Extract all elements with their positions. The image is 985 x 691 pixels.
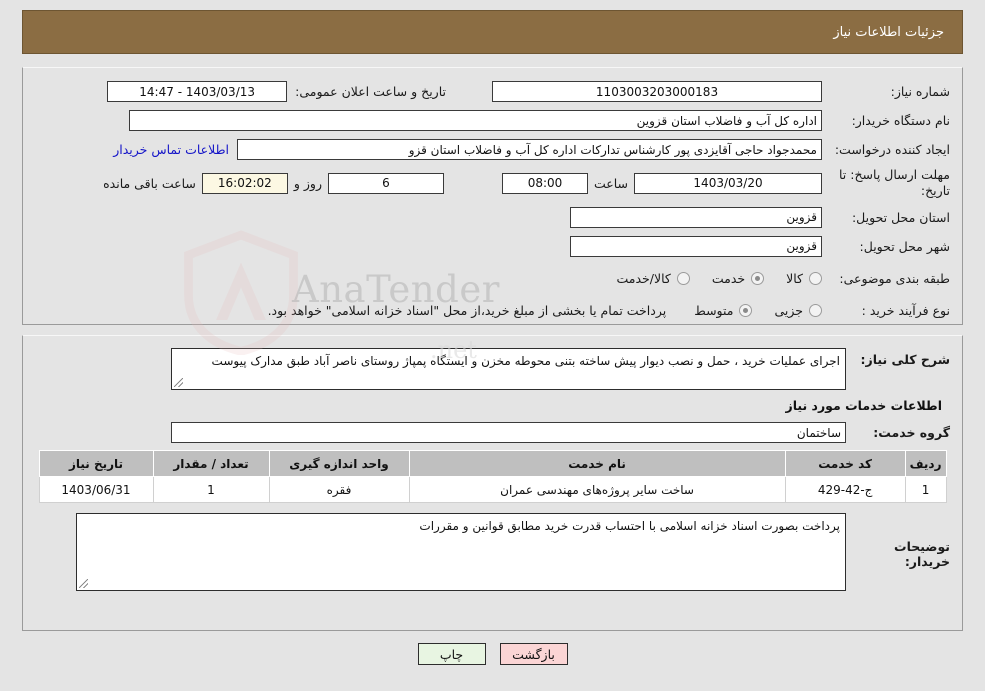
col-unit: واحد اندازه گیری (268, 450, 410, 477)
creator-field[interactable]: محمدجواد حاجی آقایزدی پور کارشناس تدارکا… (237, 139, 822, 160)
category-option-goods-service-label: کالا/خدمت (616, 270, 671, 286)
province-row: استان محل تحویل: قزوین (35, 206, 950, 229)
remaining-word-label: ساعت باقی مانده (103, 175, 196, 191)
province-field[interactable]: قزوین (570, 206, 822, 228)
buyer-org-label: نام دستگاه خریدار: (851, 113, 950, 128)
process-type-label: نوع فرآیند خرید : (861, 302, 950, 318)
back-button[interactable]: بازگشت (499, 643, 568, 665)
col-name: نام خدمت (408, 450, 786, 477)
category-option-goods[interactable]: کالا (786, 271, 822, 286)
need-number-row: شماره نیاز: 1103003203000183 تاریخ و ساع… (35, 80, 950, 103)
radio-goods-icon[interactable] (809, 271, 822, 285)
category-label: طبقه بندی موضوعی: (839, 270, 950, 286)
process-radio-group: جزیی متوسط (672, 303, 822, 318)
deadline-label: مهلت ارسال پاسخ: تا تاریخ: (839, 167, 950, 199)
creator-row: ایجاد کننده درخواست: محمدجواد حاجی آقایز… (35, 138, 950, 161)
cell-unit: فقره (268, 476, 410, 503)
process-type-row: نوع فرآیند خرید : جزیی متوسط پرداخت تمام… (35, 299, 950, 322)
category-option-service-label: خدمت (711, 270, 746, 286)
announce-date-field[interactable]: 1403/03/13 - 14:47 (107, 81, 288, 102)
page-header: جزئیات اطلاعات نیاز (22, 10, 963, 54)
cell-date: 1403/06/31 (38, 476, 154, 503)
announce-date-label: تاریخ و ساعت اعلان عمومی: (295, 84, 446, 99)
category-row: طبقه بندی موضوعی: کالا خدمت کالا/خدمت (35, 267, 950, 290)
buyer-org-field[interactable]: اداره کل آب و فاضلاب استان قزوین (129, 110, 822, 131)
category-option-goods-service[interactable]: کالا/خدمت (616, 270, 690, 286)
cell-code: ج-42-429 (784, 476, 906, 503)
service-group-field[interactable]: ساختمان (171, 422, 846, 443)
cell-quantity: 1 (152, 476, 270, 503)
cell-index: 1 (904, 476, 947, 503)
category-option-service[interactable]: خدمت (711, 270, 765, 286)
need-description-label: شرح کلی نیاز: (860, 352, 950, 367)
table-row: 1 ج-42-429 ساخت سایر پروژه‌های مهندسی عم… (38, 476, 947, 503)
need-description-textarea[interactable]: اجرای عملیات خرید ، حمل و نصب دیوار پیش … (171, 348, 846, 390)
col-date: تاریخ نیاز (38, 450, 154, 477)
creator-label: ایجاد کننده درخواست: (834, 142, 950, 157)
category-option-goods-label: کالا (786, 270, 803, 286)
process-option-minor[interactable]: جزیی (774, 303, 822, 318)
print-button[interactable]: چاپ (417, 643, 486, 665)
buyer-contact-link[interactable]: اطلاعات تماس خریدار (105, 142, 237, 157)
page-title: جزئیات اطلاعات نیاز (833, 24, 944, 40)
table-header-row: ردیف کد خدمت نام خدمت واحد اندازه گیری ت… (38, 450, 947, 477)
buyer-notes-row: توضیحات خریدار: پرداخت بصورت اسناد خزانه… (35, 513, 950, 591)
service-group-label: گروه خدمت: (873, 425, 950, 440)
radio-goods-service-icon[interactable] (676, 271, 690, 285)
deadline-time-field[interactable]: 08:00 (501, 172, 588, 194)
services-section-title: اطلاعات خدمات مورد نیاز (785, 398, 943, 413)
col-index: ردیف (904, 450, 947, 477)
process-option-minor-label: جزیی (774, 302, 803, 318)
services-table: ردیف کد خدمت نام خدمت واحد اندازه گیری ت… (38, 450, 947, 503)
col-code: کد خدمت (784, 450, 906, 477)
category-radio-group: کالا خدمت کالا/خدمت (594, 271, 822, 286)
days-remaining-field[interactable]: 6 (327, 172, 444, 194)
hour-word-label: ساعت (593, 175, 628, 191)
days-word-label: روز و (293, 175, 322, 191)
page-root: جزئیات اطلاعات نیاز شماره نیاز: 11030032… (0, 0, 985, 691)
treasury-note: پرداخت تمام یا بخشی از مبلغ خرید،از محل … (267, 302, 667, 318)
deadline-date-field[interactable]: 1403/03/20 (634, 172, 822, 194)
need-description-row: شرح کلی نیاز: اجرای عملیات خرید ، حمل و … (35, 348, 950, 390)
need-number-label: شماره نیاز: (890, 84, 950, 99)
deadline-row: مهلت ارسال پاسخ: تا تاریخ: 1403/03/20 سا… (35, 167, 950, 200)
details-panel: شرح کلی نیاز: اجرای عملیات خرید ، حمل و … (22, 335, 963, 631)
countdown-field[interactable]: 16:02:02 (201, 172, 288, 194)
service-group-row: گروه خدمت: ساختمان (35, 421, 950, 444)
radio-medium-icon[interactable] (739, 303, 753, 317)
province-label: استان محل تحویل: (851, 209, 950, 225)
city-label: شهر محل تحویل: (859, 238, 950, 254)
city-field[interactable]: قزوین (570, 235, 822, 257)
footer-button-bar: بازگشت چاپ (22, 643, 963, 665)
radio-minor-icon[interactable] (809, 303, 822, 317)
cell-name: ساخت سایر پروژه‌های مهندسی عمران (408, 476, 786, 503)
city-row: شهر محل تحویل: قزوین (35, 235, 950, 258)
buyer-notes-textarea[interactable]: پرداخت بصورت اسناد خزانه اسلامی با احتسا… (76, 513, 846, 591)
process-option-medium[interactable]: متوسط (694, 302, 753, 318)
buyer-org-row: نام دستگاه خریدار: اداره کل آب و فاضلاب … (35, 109, 950, 132)
radio-service-icon[interactable] (751, 271, 765, 285)
process-option-medium-label: متوسط (694, 302, 734, 318)
col-quantity: تعداد / مقدار (152, 450, 270, 477)
buyer-notes-label: توضیحات خریدار: (894, 539, 950, 569)
need-info-panel: شماره نیاز: 1103003203000183 تاریخ و ساع… (22, 67, 963, 325)
need-number-field[interactable]: 1103003203000183 (492, 81, 822, 102)
